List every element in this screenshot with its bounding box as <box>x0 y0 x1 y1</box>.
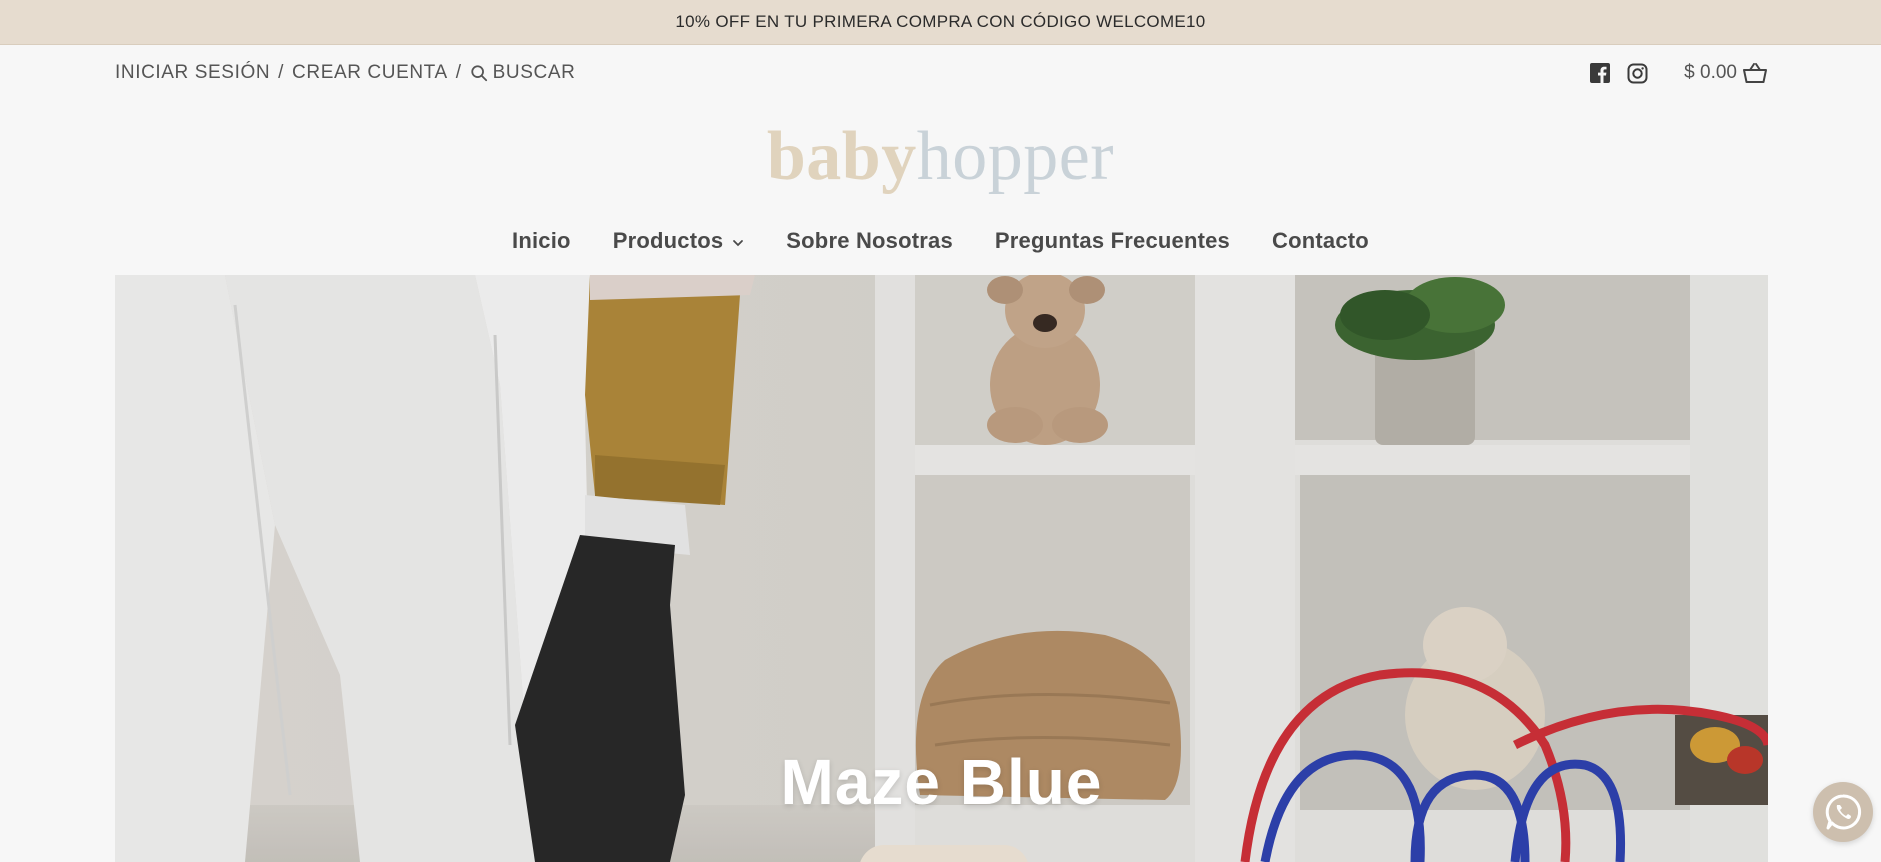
utility-links: INICIAR SESIÓN / CREAR CUENTA / BUSCAR <box>115 62 575 84</box>
login-link[interactable]: INICIAR SESIÓN <box>115 62 270 84</box>
create-account-link[interactable]: CREAR CUENTA <box>292 62 448 84</box>
hero-cta-button[interactable] <box>859 845 1029 862</box>
cart-total: $ 0.00 <box>1684 62 1737 83</box>
header-actions: $ 0.00 <box>1574 62 1767 84</box>
whatsapp-button[interactable] <box>1813 782 1873 842</box>
announcement-text: 10% OFF EN TU PRIMERA COMPRA CON CÓDIGO … <box>675 12 1206 31</box>
logo-part-baby: baby <box>766 118 917 195</box>
hero-title: Maze Blue <box>780 746 1103 818</box>
main-nav: Inicio Productos Sobre Nosotras Pregunta… <box>0 228 1881 254</box>
nav-label: Inicio <box>512 228 571 253</box>
nav-item-sobre-nosotras[interactable]: Sobre Nosotras <box>786 228 953 254</box>
instagram-icon[interactable] <box>1626 62 1648 84</box>
search-label: BUSCAR <box>492 62 576 83</box>
whatsapp-icon <box>1825 794 1862 830</box>
search-icon <box>470 65 487 82</box>
basket-icon <box>1743 63 1767 83</box>
facebook-icon[interactable] <box>1589 62 1611 84</box>
cart-button[interactable]: $ 0.00 <box>1684 62 1767 84</box>
chevron-down-icon <box>733 240 744 247</box>
nav-label: Productos <box>612 228 724 253</box>
nav-item-inicio[interactable]: Inicio <box>512 228 571 254</box>
nav-label: Contacto <box>1272 228 1369 253</box>
nav-item-productos[interactable]: Productos <box>613 228 745 254</box>
logo-part-hopper: hopper <box>916 118 1115 195</box>
nav-label: Preguntas Frecuentes <box>994 228 1230 253</box>
separator: / <box>278 62 285 83</box>
hero-banner[interactable]: Maze Blue <box>115 275 1768 862</box>
nav-item-preguntas-frecuentes[interactable]: Preguntas Frecuentes <box>995 228 1230 254</box>
nav-label: Sobre Nosotras <box>786 228 953 253</box>
nav-item-contacto[interactable]: Contacto <box>1272 228 1369 254</box>
search-link[interactable]: BUSCAR <box>470 62 576 84</box>
separator: / <box>455 62 462 83</box>
site-logo[interactable]: babyhopper <box>0 112 1881 202</box>
announcement-bar: 10% OFF EN TU PRIMERA COMPRA CON CÓDIGO … <box>0 0 1881 45</box>
